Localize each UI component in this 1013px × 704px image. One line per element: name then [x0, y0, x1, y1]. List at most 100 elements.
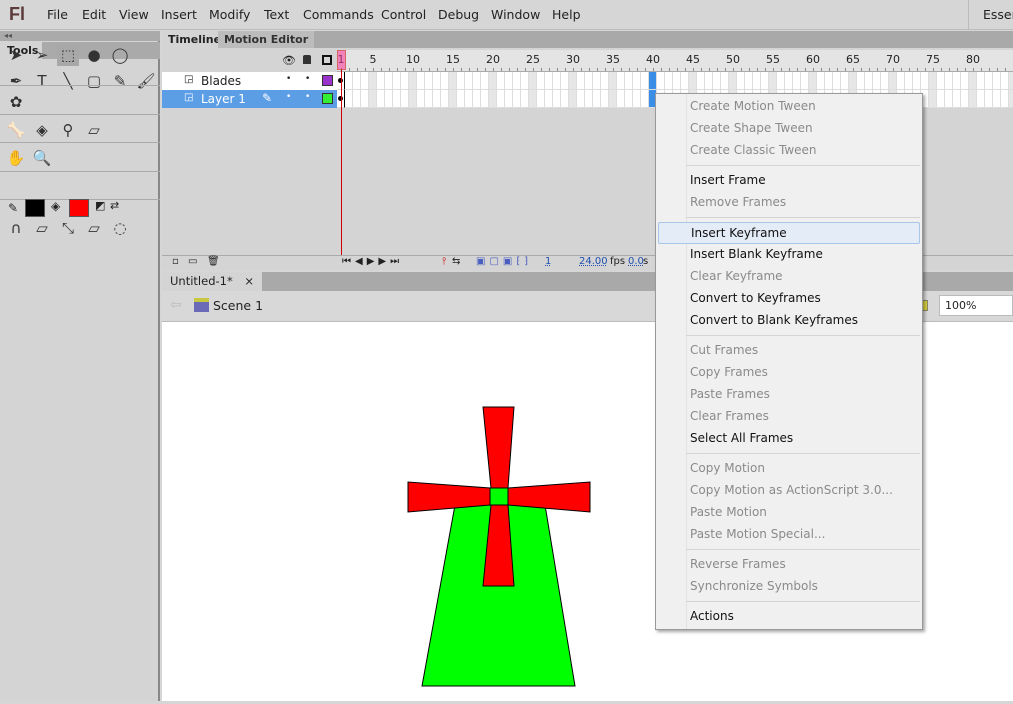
frame-cell[interactable]: [585, 72, 593, 90]
visibility-dot[interactable]: •: [286, 92, 291, 102]
menu-window[interactable]: Window: [491, 7, 540, 22]
frame-cell[interactable]: [457, 90, 465, 108]
frame-cell[interactable]: [529, 90, 537, 108]
frame-cell[interactable]: [745, 72, 753, 90]
menu-item-paste-motion-special[interactable]: Paste Motion Special...: [658, 524, 920, 546]
layer-color-swatch[interactable]: [322, 93, 333, 104]
fps-value[interactable]: 24.00: [579, 256, 608, 267]
frame-cell[interactable]: [641, 72, 649, 90]
frame-cell[interactable]: [977, 90, 985, 108]
frame-cell[interactable]: [937, 72, 945, 90]
frame-cell[interactable]: [681, 72, 689, 90]
menu-item-insert-keyframe[interactable]: Insert Keyframe: [658, 222, 920, 244]
visibility-dot[interactable]: •: [286, 74, 291, 84]
menu-modify[interactable]: Modify: [209, 7, 250, 22]
frame-cell[interactable]: [385, 72, 393, 90]
frame-cell[interactable]: [929, 90, 937, 108]
menu-item-remove-frames[interactable]: Remove Frames: [658, 192, 920, 214]
frame-cell[interactable]: [425, 72, 433, 90]
frame-cell[interactable]: [729, 72, 737, 90]
frame-cell[interactable]: [489, 90, 497, 108]
frame-cell[interactable]: [881, 72, 889, 90]
menu-edit[interactable]: Edit: [82, 7, 106, 22]
eye-icon[interactable]: 👁: [282, 54, 296, 67]
menu-item-actions[interactable]: Actions: [658, 606, 920, 628]
frame-cell[interactable]: [537, 72, 545, 90]
layer-name[interactable]: Blades: [201, 74, 241, 88]
pen-tool-icon[interactable]: ✒: [5, 70, 27, 92]
frame-cell[interactable]: [553, 72, 561, 90]
frame-cell[interactable]: [425, 90, 433, 108]
frame-cell[interactable]: [673, 72, 681, 90]
loop-icon[interactable]: ⇆: [452, 256, 460, 267]
frame-cell[interactable]: [345, 90, 353, 108]
frame-cell[interactable]: [601, 72, 609, 90]
menu-commands[interactable]: Commands: [303, 7, 374, 22]
onion-skin-icons[interactable]: ▣▢▣⁅⁆: [476, 256, 532, 267]
menu-item-cut-frames[interactable]: Cut Frames: [658, 340, 920, 362]
frame-cell[interactable]: [857, 72, 865, 90]
frame-cell[interactable]: [1009, 90, 1013, 108]
frame-cell[interactable]: [617, 90, 625, 108]
default-colors-icon[interactable]: ◩: [95, 199, 105, 212]
frame-cell[interactable]: [393, 72, 401, 90]
line-tool-icon[interactable]: ╲: [57, 70, 79, 92]
deco-tool-icon[interactable]: ✿: [5, 91, 27, 113]
eraser-tool-icon[interactable]: ▱: [83, 119, 105, 141]
frame-cell[interactable]: [905, 72, 913, 90]
frame-cell[interactable]: [441, 90, 449, 108]
frame-cell[interactable]: [409, 72, 417, 90]
frame-cell[interactable]: [385, 90, 393, 108]
frame-cell[interactable]: [609, 90, 617, 108]
frame-cell[interactable]: [897, 72, 905, 90]
menu-item-copy-frames[interactable]: Copy Frames: [658, 362, 920, 384]
distort-icon[interactable]: ▱: [83, 217, 105, 239]
frame-cell[interactable]: [353, 90, 361, 108]
frame-cell[interactable]: [641, 90, 649, 108]
new-layer-icon[interactable]: ▫: [172, 256, 179, 267]
eyedropper-tool-icon[interactable]: ⚲: [57, 119, 79, 141]
menu-item-copy-motion-as-actionscript-3-0[interactable]: Copy Motion as ActionScript 3.0...: [658, 480, 920, 502]
menu-item-create-shape-tween[interactable]: Create Shape Tween: [658, 118, 920, 140]
fill-color-swatch[interactable]: [69, 199, 89, 217]
frame-cell[interactable]: [657, 72, 665, 90]
frame-cell[interactable]: [713, 72, 721, 90]
frame-cell[interactable]: [913, 72, 921, 90]
frame-cell[interactable]: [465, 90, 473, 108]
frame-cell[interactable]: [545, 72, 553, 90]
lock-dot[interactable]: •: [305, 92, 310, 102]
frame-cell[interactable]: [785, 72, 793, 90]
center-frame-icon[interactable]: ⫯: [442, 256, 446, 267]
layer-row[interactable]: ◲ Layer 1 ✎ • •: [162, 90, 337, 108]
frame-cell[interactable]: [625, 72, 633, 90]
frame-cell[interactable]: [529, 72, 537, 90]
frame-cell[interactable]: [945, 72, 953, 90]
frame-cell[interactable]: [1001, 72, 1009, 90]
zoom-input[interactable]: 100%: [939, 295, 1013, 316]
frame-cell[interactable]: [665, 72, 673, 90]
frame-cell[interactable]: [985, 90, 993, 108]
frame-cell[interactable]: [441, 72, 449, 90]
frame-cell[interactable]: [417, 90, 425, 108]
bone-tool-icon[interactable]: 🦴: [5, 119, 27, 141]
3d-rotation-tool-icon[interactable]: ●: [83, 44, 105, 66]
trash-icon[interactable]: 🗑: [207, 256, 220, 267]
frame-cell[interactable]: [593, 72, 601, 90]
menu-text[interactable]: Text: [264, 7, 289, 22]
frame-cell[interactable]: [793, 72, 801, 90]
frame-cell[interactable]: [721, 72, 729, 90]
menu-item-copy-motion[interactable]: Copy Motion: [658, 458, 920, 480]
workspace-switcher[interactable]: Essentials: [968, 0, 1013, 30]
frame-cell[interactable]: [945, 90, 953, 108]
menu-file[interactable]: File: [47, 7, 68, 22]
frame-cell[interactable]: [449, 90, 457, 108]
frame-cell[interactable]: [953, 72, 961, 90]
frame-cell[interactable]: [985, 72, 993, 90]
selection-tool-icon[interactable]: ➤: [5, 44, 27, 66]
frame-cell[interactable]: [481, 90, 489, 108]
frame-cell[interactable]: [377, 90, 385, 108]
frame-cell[interactable]: [561, 72, 569, 90]
scene-label[interactable]: Scene 1: [213, 298, 263, 313]
scale-icon[interactable]: ⤡: [57, 217, 79, 239]
frame-cell[interactable]: [577, 90, 585, 108]
